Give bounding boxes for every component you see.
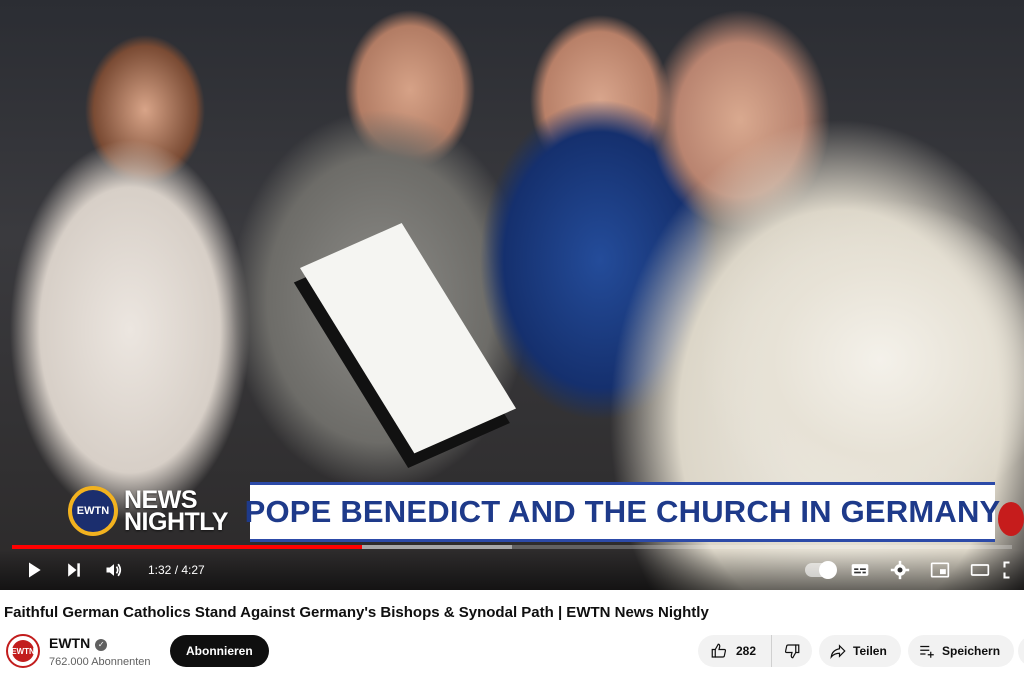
time-display: 1:32 / 4:27 [148, 563, 205, 577]
miniplayer-icon [930, 562, 950, 578]
subscriber-count: 762.000 Abonnenten [49, 656, 151, 668]
share-icon [830, 644, 846, 659]
dislike-button[interactable] [772, 635, 812, 667]
subscribe-button[interactable]: Abonnieren [170, 635, 269, 667]
settings-button[interactable] [880, 550, 920, 590]
autoplay-toggle-icon [805, 561, 837, 579]
channel-avatar-icon: EWTN [11, 640, 35, 662]
player-controls: 1:32 / 4:27 [0, 550, 1024, 590]
video-player[interactable]: EWTN NEWS NIGHTLY POPE BENEDICT AND THE … [0, 0, 1024, 590]
save-label: Speichern [942, 644, 1001, 658]
video-title: Faithful German Catholics Stand Against … [4, 604, 709, 621]
volume-button[interactable] [94, 550, 134, 590]
thumbs-down-icon [784, 644, 800, 659]
add-to-playlist-icon [920, 645, 934, 658]
share-button[interactable]: Teilen [819, 635, 901, 667]
channel-name[interactable]: EWTN ✓ [49, 635, 108, 651]
like-count: 282 [736, 644, 757, 658]
brand-line-2: NIGHTLY [124, 508, 228, 536]
channel-name-text[interactable]: EWTN [49, 635, 90, 651]
share-label: Teilen [853, 644, 887, 658]
headline-banner: POPE BENEDICT AND THE CHURCH IN GERMANY [245, 482, 1000, 542]
channel-row: EWTN EWTN ✓ 762.000 Abonnenten Abonnieren… [4, 632, 1024, 672]
next-icon [68, 563, 80, 577]
like-button[interactable]: 282 [698, 635, 772, 667]
volume-icon [106, 563, 122, 577]
ewtn-logo-icon: EWTN [68, 486, 118, 536]
fullscreen-button[interactable] [1000, 550, 1024, 590]
theater-button[interactable] [960, 550, 1000, 590]
next-button[interactable] [54, 550, 94, 590]
ewtn-watermark-icon [998, 502, 1024, 536]
lower-third-overlay: EWTN NEWS NIGHTLY POPE BENEDICT AND THE … [60, 476, 1000, 546]
settings-icon [890, 560, 910, 580]
progress-bar[interactable] [12, 545, 1012, 549]
save-button[interactable]: Speichern [908, 635, 1015, 667]
play-button[interactable] [14, 550, 54, 590]
thumbs-up-icon [711, 643, 727, 658]
subtitles-icon [851, 564, 869, 576]
progress-played [12, 545, 362, 549]
play-icon [29, 562, 41, 578]
fullscreen-icon [1003, 561, 1010, 579]
more-actions-button[interactable] [1018, 635, 1024, 667]
theater-icon [970, 564, 990, 576]
autoplay-toggle[interactable] [800, 550, 840, 590]
like-dislike-group: 282 [698, 635, 812, 667]
headline-text: POPE BENEDICT AND THE CHURCH IN GERMANY [244, 494, 1001, 529]
verified-badge-icon: ✓ [95, 639, 108, 651]
miniplayer-button[interactable] [920, 550, 960, 590]
news-nightly-logo: EWTN NEWS NIGHTLY [60, 476, 250, 546]
channel-avatar[interactable]: EWTN [6, 634, 40, 668]
subtitles-button[interactable] [840, 550, 880, 590]
